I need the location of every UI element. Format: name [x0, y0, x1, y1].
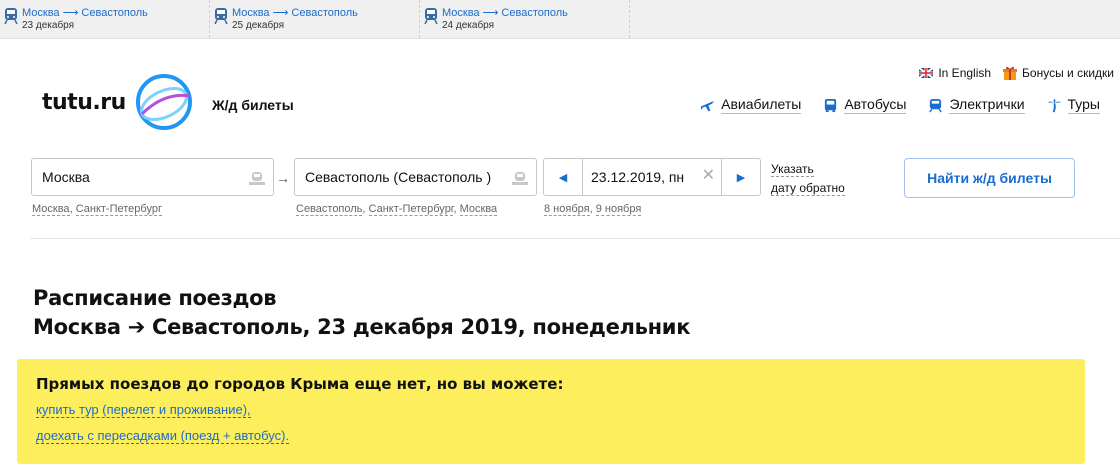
uk-flag-icon — [919, 68, 934, 78]
bus-icon — [825, 98, 837, 112]
buy-tour-link[interactable]: купить тур (перелет и проживание), — [36, 402, 251, 418]
commuter-train-icon — [929, 98, 943, 112]
clear-date-icon[interactable]: ✕ — [702, 168, 715, 184]
nav-tours-label: Туры — [1067, 96, 1100, 114]
train-icon — [214, 8, 228, 24]
nav-buses-label: Автобусы — [844, 96, 907, 114]
date-hint-link[interactable]: 8 ноября — [544, 203, 590, 216]
no-direct-trains-notice: Прямых поездов до городов Крыма еще нет,… — [17, 359, 1085, 464]
english-label: In English — [938, 66, 992, 80]
from-hint-link[interactable]: Москва — [32, 203, 70, 216]
return-date-line-1: Указать — [771, 162, 814, 177]
nav-buses[interactable]: Автобусы — [823, 96, 907, 114]
page-title: Расписание поездов Москва ➔ Севастополь,… — [33, 284, 690, 342]
nav-commuter-label: Электрички — [949, 96, 1025, 114]
return-date-line-2: дату обратно — [771, 181, 845, 196]
to-input[interactable] — [295, 159, 520, 195]
page-title-line-2: Москва ➔ Севастополь, 23 декабря 2019, п… — [33, 315, 691, 339]
english-link[interactable]: In English — [919, 66, 991, 80]
transfer-route-link[interactable]: доехать с пересадками (поезд + автобус). — [36, 428, 290, 444]
recent-search-item[interactable]: Москва ⟶ Севастополь 24 декабря — [420, 0, 630, 38]
return-date-link[interactable]: Указать дату обратно — [771, 160, 845, 198]
station-icon — [249, 172, 265, 185]
to-hint-link[interactable]: Севастополь — [296, 203, 363, 216]
recent-search-item[interactable]: Москва ⟶ Севастополь 25 декабря — [210, 0, 420, 38]
from-field[interactable] — [31, 158, 274, 196]
nav-commuter[interactable]: Электрички — [928, 96, 1025, 114]
bonuses-link[interactable]: Бонусы и скидки — [1003, 66, 1114, 80]
recent-search-item[interactable]: Москва ⟶ Севастополь 23 декабря — [0, 0, 210, 38]
globe-logo-icon — [136, 74, 192, 130]
prev-date-button[interactable]: ◀ — [544, 159, 583, 195]
recent-date: 23 декабря — [22, 20, 75, 31]
recent-date: 25 декабря — [232, 20, 285, 31]
section-title: Ж/д билеты — [212, 97, 294, 113]
main-nav: Авиабилеты Автобусы Электрички Туры — [700, 96, 1100, 114]
find-tickets-button[interactable]: Найти ж/д билеты — [904, 158, 1075, 198]
date-input[interactable] — [583, 159, 707, 195]
to-hint-link[interactable]: Москва — [459, 203, 498, 216]
next-date-button[interactable]: ▶ — [721, 159, 760, 195]
nav-flights[interactable]: Авиабилеты — [700, 96, 802, 114]
from-input[interactable] — [32, 159, 257, 195]
from-hints: Москва, Санкт-Петербург — [32, 203, 162, 216]
to-field[interactable] — [294, 158, 537, 196]
tutu-logo[interactable]: tutu.ru — [42, 72, 192, 134]
recent-route-link[interactable]: Москва ⟶ Севастополь — [22, 6, 148, 19]
recent-route-link[interactable]: Москва ⟶ Севастополь — [442, 6, 568, 19]
recent-searches-bar: Москва ⟶ Севастополь 23 декабря Москва ⟶… — [0, 0, 1120, 39]
top-links: In English Бонусы и скидки — [919, 66, 1114, 80]
date-input-wrap: ✕ — [583, 159, 721, 195]
station-icon — [512, 172, 528, 185]
recent-date: 24 декабря — [442, 20, 495, 31]
airplane-icon — [701, 100, 715, 111]
divider — [30, 238, 1120, 239]
nav-flights-label: Авиабилеты — [721, 96, 802, 114]
to-hint-link[interactable]: Санкт-Петербург — [368, 203, 454, 216]
from-hint-link[interactable]: Санкт-Петербург — [75, 203, 162, 216]
bonuses-label: Бонусы и скидки — [1022, 66, 1114, 80]
page-title-line-1: Расписание поездов — [33, 286, 277, 310]
date-hints: 8 ноября, 9 ноября — [544, 203, 642, 216]
date-hint-link[interactable]: 9 ноября — [595, 203, 642, 216]
gift-icon — [1003, 66, 1018, 80]
nav-tours[interactable]: Туры — [1047, 96, 1100, 114]
to-hints: Севастополь, Санкт-Петербург, Москва — [296, 203, 498, 216]
train-icon — [4, 8, 18, 24]
train-icon — [424, 8, 438, 24]
palm-tree-icon — [1047, 98, 1061, 112]
notice-title: Прямых поездов до городов Крыма еще нет,… — [36, 375, 564, 393]
recent-route-link[interactable]: Москва ⟶ Севастополь — [232, 6, 358, 19]
date-picker: ◀ ✕ ▶ — [543, 158, 761, 196]
logo-text: tutu.ru — [42, 90, 126, 115]
direction-arrow-icon: → — [276, 170, 290, 186]
